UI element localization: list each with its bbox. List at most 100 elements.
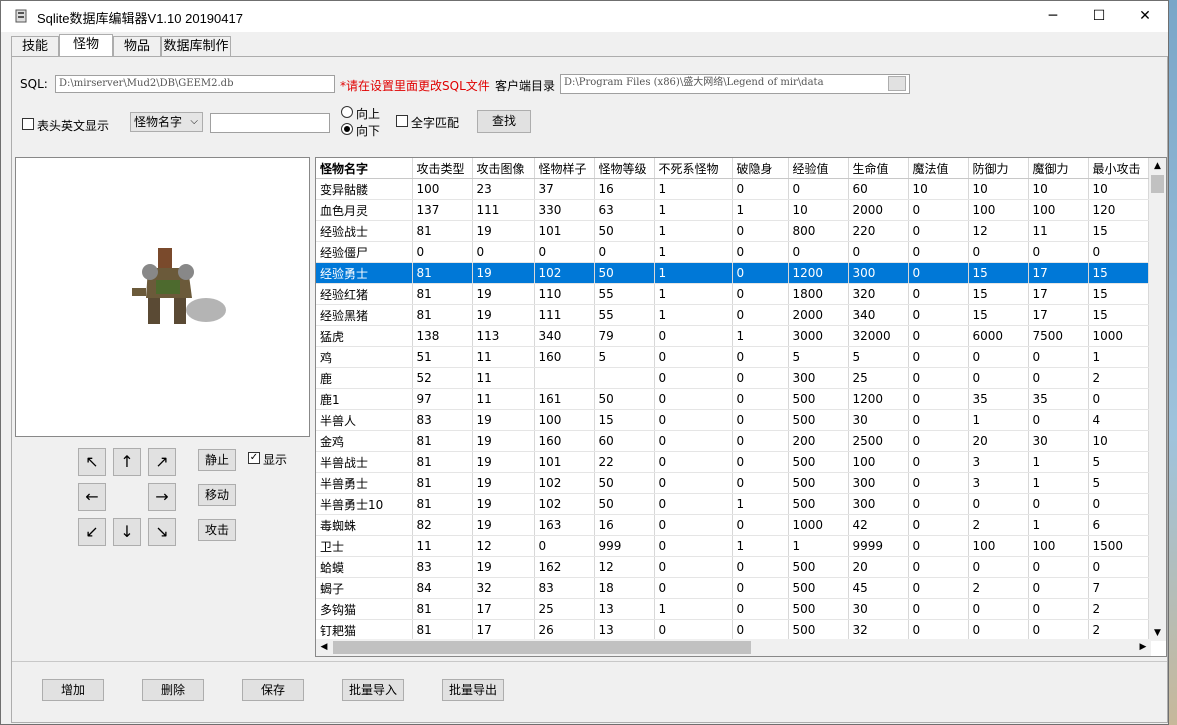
table-cell[interactable]: 500	[788, 619, 849, 641]
attack-button[interactable]: 攻击	[198, 519, 236, 541]
table-cell[interactable]: 1	[968, 409, 1029, 431]
tab-db-build[interactable]: 数据库制作	[161, 36, 231, 56]
table-cell[interactable]: 81	[412, 619, 473, 641]
table-row[interactable]: 多钩猫 81 17 25 13 1 0 500 30 0 0 0 2	[316, 598, 1149, 620]
table-cell[interactable]: 500	[788, 556, 849, 578]
table-cell[interactable]: 0	[654, 472, 733, 494]
table-cell[interactable]: 15	[968, 283, 1029, 305]
table-cell[interactable]: 15	[1088, 220, 1149, 242]
table-cell[interactable]: 55	[594, 304, 655, 326]
table-cell[interactable]: 19	[472, 493, 535, 515]
table-row[interactable]: 变异骷髅 100 23 37 16 1 0 0 60 10 10 10 10	[316, 178, 1149, 200]
table-cell[interactable]: 60	[848, 178, 909, 200]
table-cell[interactable]: 0	[654, 556, 733, 578]
table-cell[interactable]: 0	[1088, 556, 1149, 578]
table-cell[interactable]: 0	[654, 346, 733, 368]
table-cell[interactable]: 0	[1028, 493, 1089, 515]
table-cell[interactable]: 51	[412, 346, 473, 368]
table-cell[interactable]: 半兽勇士10	[316, 493, 413, 515]
table-cell[interactable]: 25	[848, 367, 909, 389]
table-cell[interactable]: 50	[594, 472, 655, 494]
table-cell[interactable]: 120	[1088, 199, 1149, 221]
table-cell[interactable]: 0	[732, 367, 789, 389]
table-cell[interactable]: 5	[788, 346, 849, 368]
table-cell[interactable]: 0	[732, 556, 789, 578]
table-cell[interactable]: 15	[968, 304, 1029, 326]
table-cell[interactable]: 0	[472, 241, 535, 263]
search-down-radio[interactable]	[341, 123, 353, 135]
column-header[interactable]: 防御力	[968, 158, 1029, 179]
table-row[interactable]: 鹿 52 11 0 0 300 25 0 0 0 2	[316, 367, 1149, 389]
table-cell[interactable]: 330	[534, 199, 595, 221]
table-cell[interactable]: 0	[968, 367, 1029, 389]
table-cell[interactable]: 半兽战士	[316, 451, 413, 473]
arrow-nw-button[interactable]: ↖	[78, 448, 106, 476]
table-cell[interactable]: 340	[534, 325, 595, 347]
table-row[interactable]: 半兽勇士 81 19 102 50 0 0 500 300 0 3 1 5	[316, 472, 1149, 494]
table-cell[interactable]: 0	[732, 388, 789, 410]
table-cell[interactable]: 0	[732, 472, 789, 494]
table-cell[interactable]: 11	[1028, 220, 1089, 242]
table-cell[interactable]: 0	[908, 430, 969, 452]
table-cell[interactable]: 0	[654, 619, 733, 641]
table-cell[interactable]: 19	[472, 220, 535, 242]
table-cell[interactable]: 111	[472, 199, 535, 221]
tab-skills[interactable]: 技能	[11, 36, 59, 56]
table-cell[interactable]: 97	[412, 388, 473, 410]
arrow-s-button[interactable]: ↓	[113, 518, 141, 546]
table-cell[interactable]: 30	[848, 409, 909, 431]
table-cell[interactable]: 79	[594, 325, 655, 347]
scroll-down-icon[interactable]: ▼	[1149, 625, 1166, 641]
table-cell[interactable]: 10	[1088, 430, 1149, 452]
table-cell[interactable]: 50	[594, 262, 655, 284]
table-cell[interactable]: 0	[732, 262, 789, 284]
table-cell[interactable]: 19	[472, 451, 535, 473]
table-cell[interactable]: 0	[908, 283, 969, 305]
table-cell[interactable]: 100	[848, 451, 909, 473]
table-cell[interactable]: 1200	[788, 262, 849, 284]
table-cell[interactable]: 83	[412, 409, 473, 431]
table-row[interactable]: 经验僵尸 0 0 0 0 1 0 0 0 0 0 0 0	[316, 241, 1149, 263]
table-cell[interactable]: 1	[654, 304, 733, 326]
column-header[interactable]: 魔御力	[1028, 158, 1089, 179]
table-cell[interactable]: 0	[654, 451, 733, 473]
table-cell[interactable]: 1	[654, 241, 733, 263]
table-cell[interactable]: 19	[472, 514, 535, 536]
table-cell[interactable]: 161	[534, 388, 595, 410]
table-cell[interactable]: 0	[788, 241, 849, 263]
table-cell[interactable]: 1	[788, 535, 849, 557]
table-cell[interactable]: 11	[472, 346, 535, 368]
table-row[interactable]: 经验黑猪 81 19 111 55 1 0 2000 340 0 15 17 15	[316, 304, 1149, 326]
table-cell[interactable]: 鹿	[316, 367, 413, 389]
table-row[interactable]: 经验勇士 81 19 102 50 1 0 1200 300 0 15 17 15	[316, 262, 1149, 284]
table-row[interactable]: 半兽战士 81 19 101 22 0 0 500 100 0 3 1 5	[316, 451, 1149, 473]
scroll-left-icon[interactable]: ◀	[316, 639, 332, 656]
table-cell[interactable]: 19	[472, 430, 535, 452]
table-cell[interactable]: 0	[1028, 241, 1089, 263]
table-cell[interactable]: 81	[412, 220, 473, 242]
table-cell[interactable]: 0	[968, 619, 1029, 641]
table-cell[interactable]: 81	[412, 472, 473, 494]
search-up-radio[interactable]	[341, 106, 353, 118]
table-cell[interactable]: 0	[788, 178, 849, 200]
table-cell[interactable]: 81	[412, 493, 473, 515]
table-cell[interactable]: 0	[908, 619, 969, 641]
table-cell[interactable]: 0	[908, 598, 969, 620]
column-header[interactable]: 经验值	[788, 158, 849, 179]
column-header[interactable]: 破隐身	[732, 158, 789, 179]
table-cell[interactable]: 83	[534, 577, 595, 599]
table-cell[interactable]: 12	[968, 220, 1029, 242]
table-cell[interactable]: 1	[654, 598, 733, 620]
table-cell[interactable]: 162	[534, 556, 595, 578]
table-cell[interactable]: 1000	[1088, 325, 1149, 347]
table-row[interactable]: 半兽人 83 19 100 15 0 0 500 30 0 1 0 4	[316, 409, 1149, 431]
table-row[interactable]: 蛤蟆 83 19 162 12 0 0 500 20 0 0 0 0	[316, 556, 1149, 578]
table-cell[interactable]: 11	[472, 367, 535, 389]
table-cell[interactable]: 30	[1028, 430, 1089, 452]
table-row[interactable]: 卫士 11 12 0 999 0 1 1 9999 0 100 100 1500	[316, 535, 1149, 557]
table-cell[interactable]: 220	[848, 220, 909, 242]
table-cell[interactable]: 13	[594, 598, 655, 620]
column-header[interactable]: 不死系怪物	[654, 158, 733, 179]
table-cell[interactable]: 81	[412, 451, 473, 473]
table-cell[interactable]: 0	[848, 241, 909, 263]
